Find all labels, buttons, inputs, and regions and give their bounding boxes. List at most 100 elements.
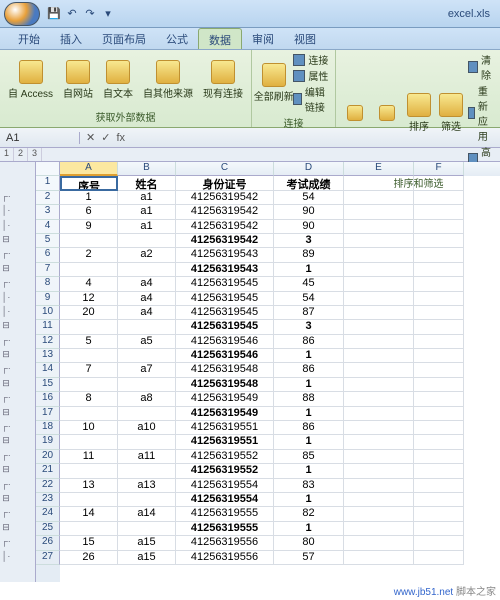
col-header[interactable]: C	[176, 162, 274, 176]
cell[interactable]: 90	[274, 220, 344, 234]
cell[interactable]: 45	[274, 277, 344, 291]
ribbon-button[interactable]: 自 Access	[4, 58, 57, 102]
outline-toggle[interactable]: ┌·	[0, 450, 12, 464]
cell[interactable]	[60, 349, 118, 363]
outline-toggle[interactable]: ┌·	[0, 335, 12, 349]
cell[interactable]	[344, 392, 414, 406]
cell[interactable]	[344, 536, 414, 550]
redo-icon[interactable]: ↷	[82, 6, 98, 22]
cell[interactable]: 41256319551	[176, 421, 274, 435]
table-row[interactable]: 10a104125631955186	[60, 421, 500, 435]
row-header[interactable]: 3	[36, 205, 60, 219]
cell[interactable]	[414, 435, 464, 449]
cell[interactable]: 7	[60, 363, 118, 377]
cell[interactable]	[414, 363, 464, 377]
save-icon[interactable]: 💾	[46, 6, 62, 22]
cell[interactable]	[344, 292, 414, 306]
cell[interactable]: 26	[60, 551, 118, 565]
cell[interactable]	[60, 464, 118, 478]
cell[interactable]: a10	[118, 421, 176, 435]
row-header[interactable]: 19	[36, 435, 60, 449]
cell[interactable]: 85	[274, 450, 344, 464]
ribbon-button[interactable]: 自网站	[59, 58, 97, 102]
cell[interactable]: 1	[274, 493, 344, 507]
table-row[interactable]: 412563195431	[60, 263, 500, 277]
row-header[interactable]: 22	[36, 479, 60, 493]
cell[interactable]	[344, 551, 414, 565]
cell[interactable]: a13	[118, 479, 176, 493]
row-header[interactable]: 13	[36, 349, 60, 363]
outline-toggle[interactable]: ⊟	[0, 464, 12, 478]
ribbon-item[interactable]: 重新应用	[468, 83, 497, 143]
cell[interactable]: 54	[274, 292, 344, 306]
cell[interactable]	[344, 421, 414, 435]
row-header[interactable]: 25	[36, 522, 60, 536]
table-row[interactable]: 序号姓名身份证号考试成绩	[60, 176, 500, 190]
cell[interactable]	[60, 234, 118, 248]
ribbon-button[interactable]: 现有连接	[199, 58, 247, 102]
table-row[interactable]: 412563195423	[60, 234, 500, 248]
cell[interactable]	[60, 263, 118, 277]
cell[interactable]: 12	[60, 292, 118, 306]
cell[interactable]: 1	[60, 191, 118, 205]
cell[interactable]: 1	[274, 435, 344, 449]
cell[interactable]	[344, 277, 414, 291]
table-row[interactable]: 11a114125631955285	[60, 450, 500, 464]
cell[interactable]: a7	[118, 363, 176, 377]
row-header[interactable]: 5	[36, 234, 60, 248]
cell[interactable]	[60, 320, 118, 334]
row-header[interactable]: 2	[36, 191, 60, 205]
cell[interactable]: 1	[274, 522, 344, 536]
cell[interactable]	[414, 176, 464, 190]
row-header[interactable]: 4	[36, 220, 60, 234]
cell[interactable]: 41256319551	[176, 435, 274, 449]
table-row[interactable]: 412563195521	[60, 464, 500, 478]
cell[interactable]: 3	[274, 320, 344, 334]
outline-toggle[interactable]: ┌·	[0, 191, 12, 205]
cell[interactable]: 87	[274, 306, 344, 320]
tab-审阅[interactable]: 审阅	[242, 28, 284, 49]
col-header[interactable]: B	[118, 162, 176, 176]
tab-页面布局[interactable]: 页面布局	[92, 28, 156, 49]
cell[interactable]: 83	[274, 479, 344, 493]
row-header[interactable]: 17	[36, 407, 60, 421]
cell[interactable]: 8	[60, 392, 118, 406]
table-row[interactable]: 5a54125631954686	[60, 335, 500, 349]
cell[interactable]: 1	[274, 263, 344, 277]
row-header[interactable]: 9	[36, 292, 60, 306]
cell[interactable]	[414, 407, 464, 421]
cell[interactable]	[414, 277, 464, 291]
cell[interactable]: 41256319546	[176, 335, 274, 349]
cell[interactable]	[414, 378, 464, 392]
cell[interactable]: 6	[60, 205, 118, 219]
office-button[interactable]	[4, 2, 40, 26]
table-row[interactable]: 412563195481	[60, 378, 500, 392]
cell[interactable]: a8	[118, 392, 176, 406]
worksheet-grid[interactable]: ┌·│·│·⊟┌·⊟┌·│·│·⊟┌·⊟┌·⊟┌·⊟┌·⊟┌·⊟┌·⊟┌·⊟┌·…	[0, 162, 500, 582]
table-row[interactable]: 2a24125631954389	[60, 248, 500, 262]
row-header[interactable]: 16	[36, 392, 60, 406]
col-header[interactable]: E	[344, 162, 414, 176]
cell[interactable]: 86	[274, 421, 344, 435]
cell[interactable]	[414, 320, 464, 334]
cell[interactable]	[118, 435, 176, 449]
cell[interactable]	[118, 320, 176, 334]
cell[interactable]: 序号	[60, 176, 118, 190]
cell[interactable]: a1	[118, 205, 176, 219]
outline-toggle[interactable]	[0, 176, 12, 190]
cell[interactable]	[60, 435, 118, 449]
sort-button[interactable]: 排序	[404, 91, 434, 135]
outline-toggle[interactable]: ⊟	[0, 493, 12, 507]
cell[interactable]	[344, 263, 414, 277]
row-header[interactable]: 18	[36, 421, 60, 435]
name-box[interactable]: A1	[0, 132, 80, 144]
cell[interactable]	[344, 450, 414, 464]
table-row[interactable]: 13a134125631955483	[60, 479, 500, 493]
cell[interactable]	[60, 493, 118, 507]
enter-icon[interactable]: ✓	[101, 131, 110, 144]
ribbon-item[interactable]: 编辑链接	[293, 84, 331, 114]
table-row[interactable]: 412563195491	[60, 407, 500, 421]
row-header[interactable]: 23	[36, 493, 60, 507]
table-row[interactable]: 412563195461	[60, 349, 500, 363]
qat-dropdown-icon[interactable]: ▾	[100, 6, 116, 22]
